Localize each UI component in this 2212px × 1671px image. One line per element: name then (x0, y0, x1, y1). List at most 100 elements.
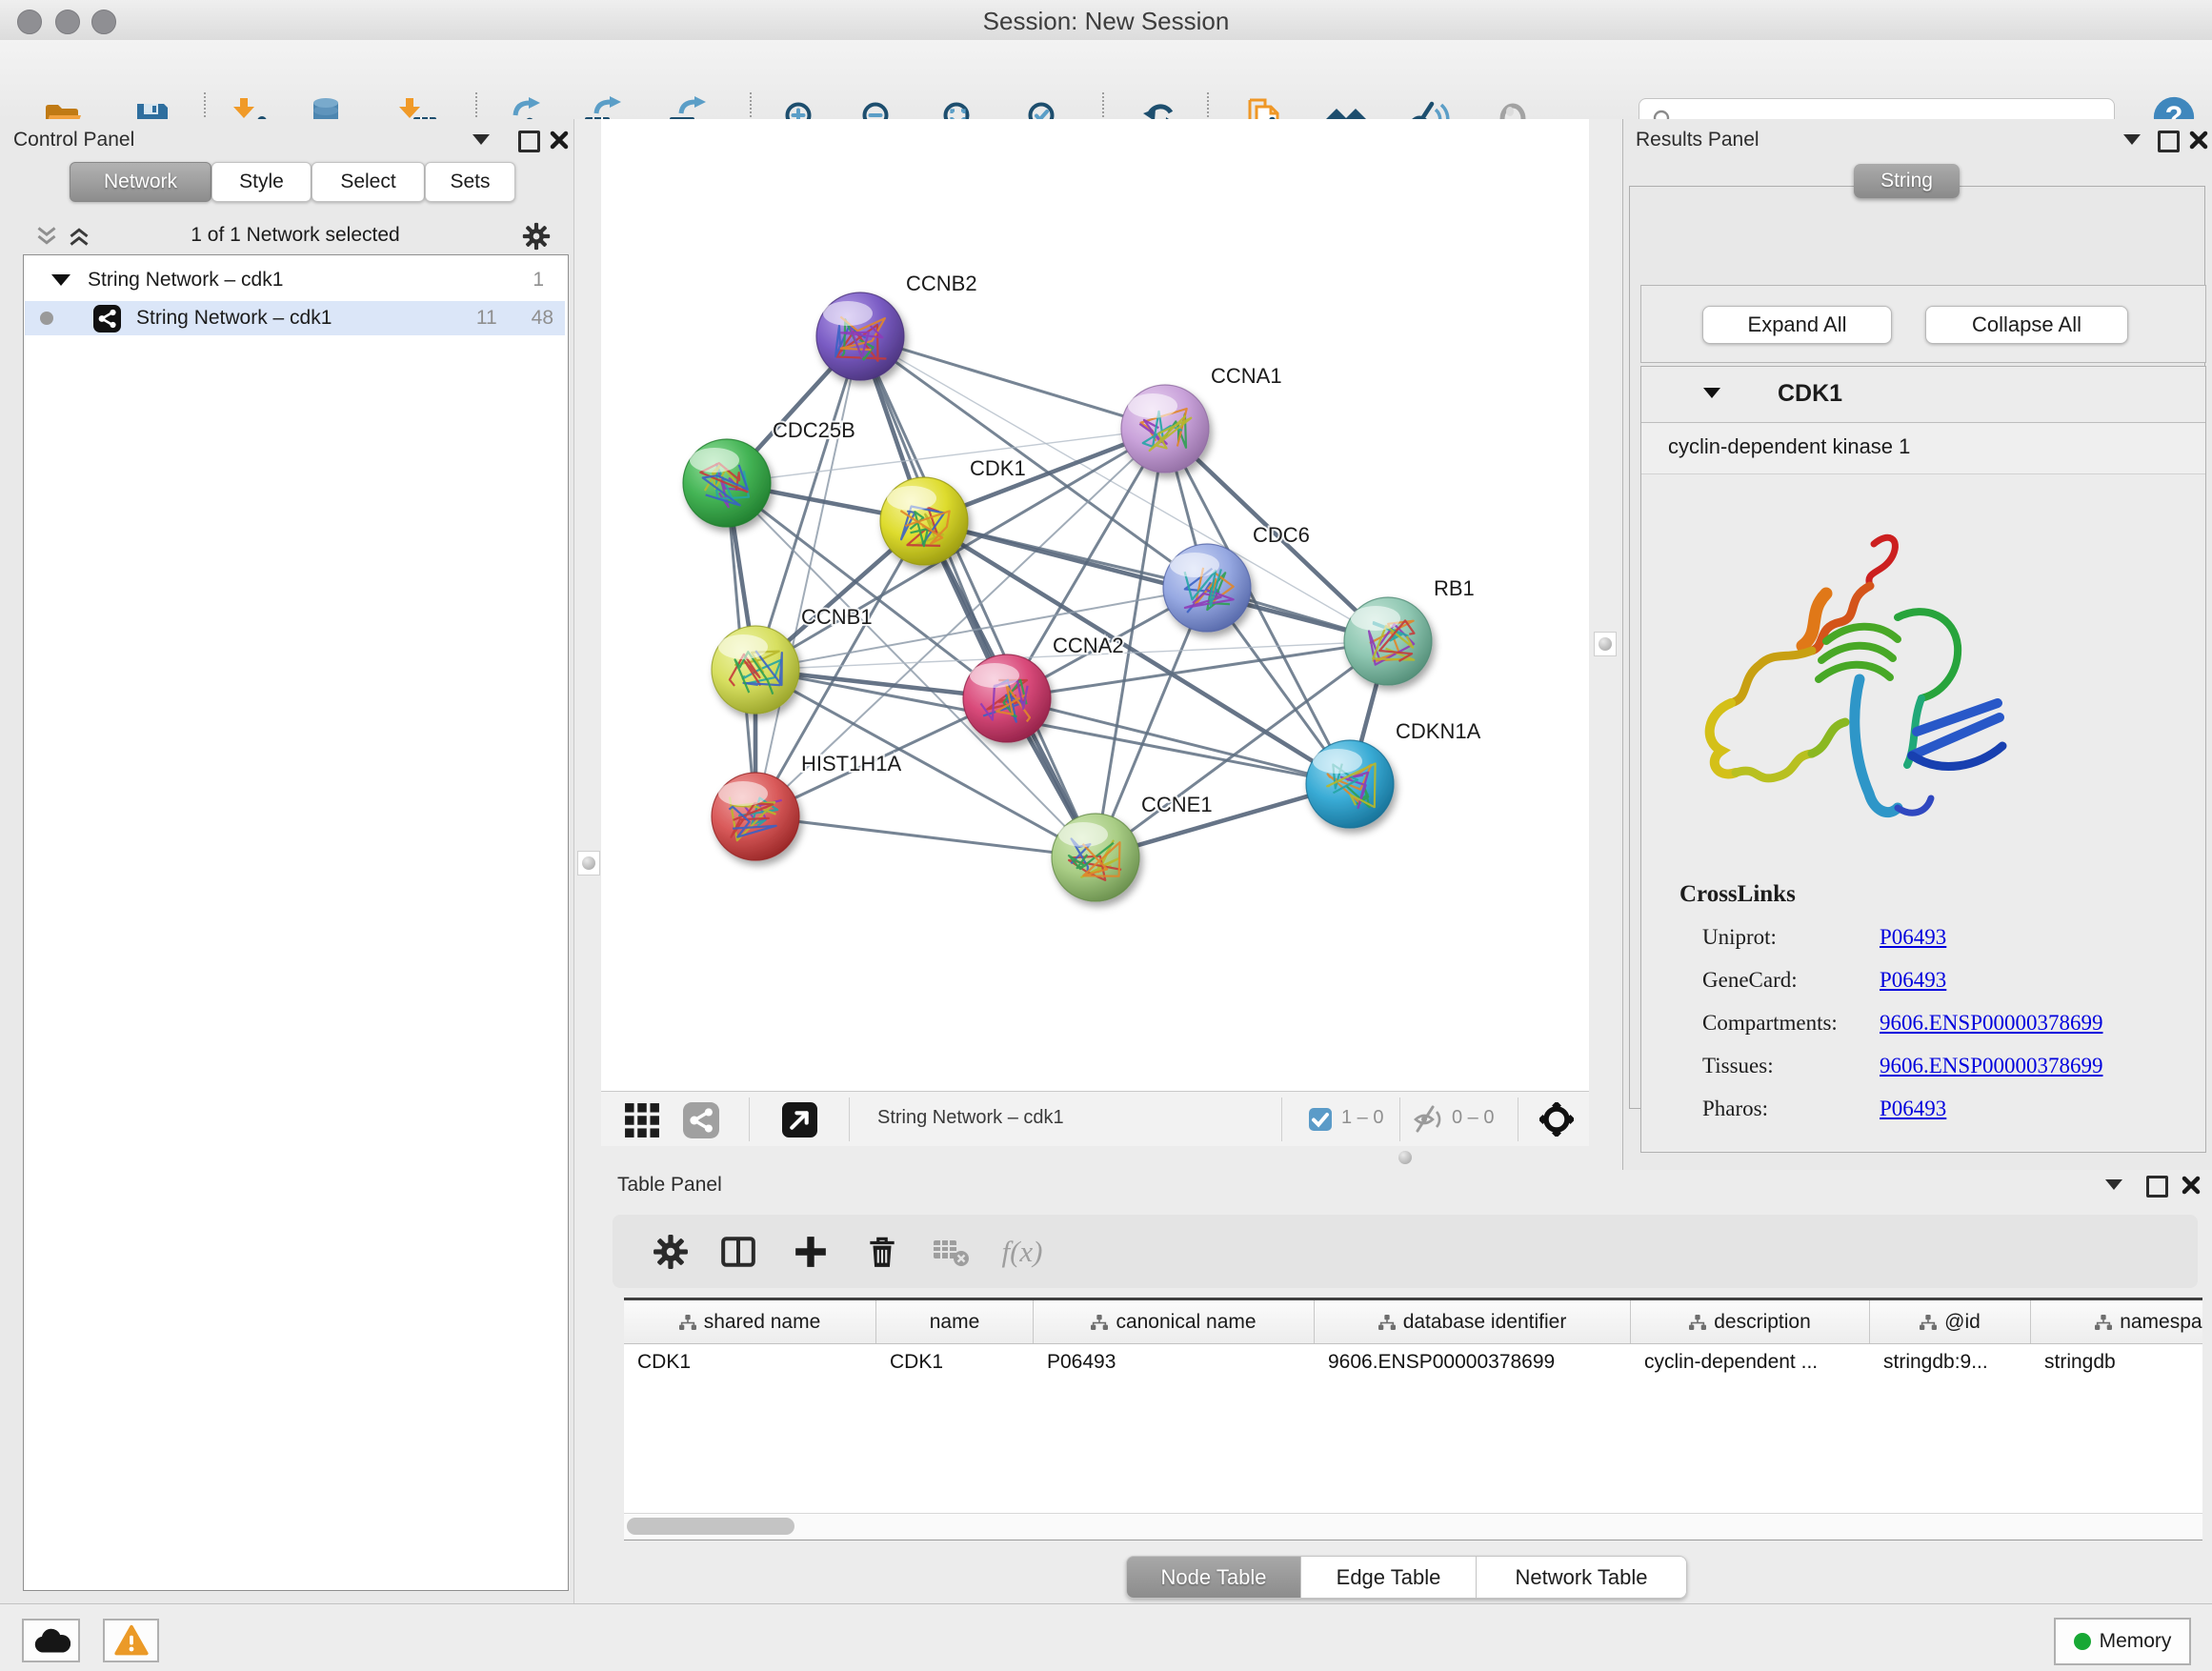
table-cell[interactable]: stringdb:9... (1870, 1344, 2031, 1380)
node-RB1[interactable] (1344, 597, 1432, 685)
node-CDC25B[interactable] (683, 439, 771, 527)
edge-HIST1H1A-CCNE1[interactable] (755, 816, 1096, 857)
caret-down-icon[interactable] (51, 274, 70, 286)
table-row[interactable]: CDK1CDK1P064939606.ENSP00000378699cyclin… (624, 1344, 2202, 1380)
node-CDK1[interactable] (880, 477, 968, 565)
column-header--id[interactable]: @id (1870, 1300, 2031, 1343)
collapse-all-button[interactable]: Collapse All (1925, 306, 2128, 344)
network-view-icon[interactable] (683, 1102, 719, 1138)
crosslink-link[interactable]: P06493 (1880, 968, 1946, 993)
table-panel-title: Table Panel (617, 1174, 722, 1197)
status-bar: Memory (0, 1603, 2212, 1671)
table-cell[interactable]: CDK1 (876, 1344, 1034, 1380)
cloud-status-button[interactable] (22, 1619, 80, 1662)
table-cell[interactable]: cyclin-dependent ... (1631, 1344, 1870, 1380)
tab-network[interactable]: Network (70, 162, 211, 202)
node-CCNA1[interactable] (1121, 385, 1209, 473)
vertical-splitter[interactable] (573, 119, 602, 1603)
caret-down-icon[interactable] (1703, 388, 1720, 398)
network-view-canvas[interactable]: CCNB2CCNA1CDC25BCDK1CDC6RB1CCNB1CCNA2CDK… (601, 119, 1589, 1091)
collapse-all-icon[interactable] (36, 226, 57, 247)
table-cell[interactable]: stringdb (2031, 1344, 2202, 1380)
crosslink-link[interactable]: 9606.ENSP00000378699 (1880, 1011, 2103, 1036)
panel-menu-icon[interactable] (473, 134, 490, 145)
delete-table-button[interactable] (927, 1228, 975, 1276)
table-cell[interactable]: P06493 (1034, 1344, 1315, 1380)
tab-string[interactable]: String (1854, 164, 1960, 198)
node-CCNA2[interactable] (963, 654, 1051, 742)
float-panel-icon[interactable] (2158, 131, 2180, 152)
float-panel-icon[interactable] (2146, 1176, 2168, 1198)
close-panel-icon[interactable] (2181, 1175, 2202, 1196)
grid-view-icon[interactable] (624, 1102, 660, 1138)
node-CDKN1A[interactable] (1306, 740, 1394, 828)
sitemap-icon (1378, 1315, 1396, 1330)
node-table[interactable]: shared namenamecanonical namedatabase id… (624, 1298, 2202, 1540)
node-label-CDKN1A: CDKN1A (1396, 719, 1481, 743)
delete-column-button[interactable] (858, 1228, 906, 1276)
table-settings-button[interactable] (647, 1228, 694, 1276)
network-edges (727, 336, 1388, 857)
hidden-eye-slash-icon[interactable] (1412, 1104, 1444, 1135)
splitter-handle[interactable] (577, 851, 600, 876)
edge-CCNB2-CCNE1[interactable] (860, 336, 1096, 857)
expand-all-icon[interactable] (69, 226, 90, 247)
scrollbar-thumb[interactable] (627, 1518, 794, 1535)
gear-icon (653, 1234, 689, 1270)
warnings-button[interactable] (103, 1619, 159, 1662)
edge-CDK1-RB1[interactable] (924, 521, 1388, 641)
network-view-toolbar: String Network – cdk1 1 – 0 0 – 0 (601, 1091, 1589, 1147)
cloud-icon (32, 1626, 70, 1655)
node-CCNB1[interactable] (712, 626, 799, 714)
table-cell[interactable]: 9606.ENSP00000378699 (1315, 1344, 1631, 1380)
node-result-header[interactable]: CDK1 (1641, 367, 2205, 423)
tab-sets[interactable]: Sets (425, 162, 515, 202)
show-columns-button[interactable] (714, 1228, 762, 1276)
edge-CCNB2-HIST1H1A[interactable] (755, 336, 860, 816)
node-HIST1H1A[interactable] (712, 773, 799, 860)
memory-button[interactable]: Memory (2054, 1618, 2191, 1665)
selected-checkbox-icon[interactable] (1309, 1108, 1332, 1131)
table-horizontal-scrollbar[interactable] (624, 1513, 2202, 1540)
column-header-description[interactable]: description (1631, 1300, 1870, 1343)
birdseye-view-icon[interactable] (782, 1102, 817, 1137)
collection-label: String Network – cdk1 (88, 269, 283, 292)
network-collection-row[interactable]: String Network – cdk1 1 (25, 263, 565, 297)
close-panel-icon[interactable] (2188, 130, 2209, 151)
tab-network-table[interactable]: Network Table (1477, 1556, 1687, 1599)
column-header-canonical-name[interactable]: canonical name (1034, 1300, 1315, 1343)
tab-node-table[interactable]: Node Table (1126, 1556, 1301, 1599)
crosslink-link[interactable]: P06493 (1880, 1097, 1946, 1121)
column-header-database-identifier[interactable]: database identifier (1315, 1300, 1631, 1343)
column-header-shared-name[interactable]: shared name (624, 1300, 876, 1343)
string-network-graph[interactable]: CCNB2CCNA1CDC25BCDK1CDC6RB1CCNB1CCNA2CDK… (601, 119, 1589, 1091)
network-row[interactable]: String Network – cdk1 11 48 (25, 301, 565, 335)
node-CCNB2[interactable] (816, 292, 904, 380)
column-header-namespace[interactable]: namespace (2031, 1300, 2202, 1343)
expand-all-button[interactable]: Expand All (1702, 306, 1892, 344)
splitter-handle[interactable] (1398, 1151, 1412, 1164)
crosslink-link[interactable]: P06493 (1880, 925, 1946, 950)
function-builder-button[interactable]: f(x) (998, 1228, 1046, 1276)
splitter-handle[interactable] (1594, 632, 1617, 656)
sitemap-icon (1689, 1315, 1706, 1330)
node-CDC6[interactable] (1163, 544, 1251, 632)
edge-CCNB2-CCNA1[interactable] (860, 336, 1165, 429)
crosslink-link[interactable]: 9606.ENSP00000378699 (1880, 1054, 2103, 1078)
tab-style[interactable]: Style (211, 162, 312, 202)
control-panel-title: Control Panel (13, 129, 134, 151)
tab-select[interactable]: Select (312, 162, 425, 202)
panel-menu-icon[interactable] (2123, 134, 2141, 145)
node-label-CCNE1: CCNE1 (1141, 793, 1213, 816)
fit-selected-target-icon[interactable] (1539, 1102, 1574, 1137)
gear-icon[interactable] (522, 222, 551, 251)
column-header-name[interactable]: name (876, 1300, 1034, 1343)
table-cell[interactable]: CDK1 (624, 1344, 876, 1380)
window-title: Session: New Session (0, 7, 2212, 36)
node-CCNE1[interactable] (1052, 814, 1139, 901)
panel-menu-icon[interactable] (2105, 1179, 2122, 1190)
tab-edge-table[interactable]: Edge Table (1301, 1556, 1477, 1599)
close-panel-icon[interactable] (549, 130, 570, 151)
float-panel-icon[interactable] (518, 131, 540, 152)
create-column-button[interactable] (787, 1228, 835, 1276)
